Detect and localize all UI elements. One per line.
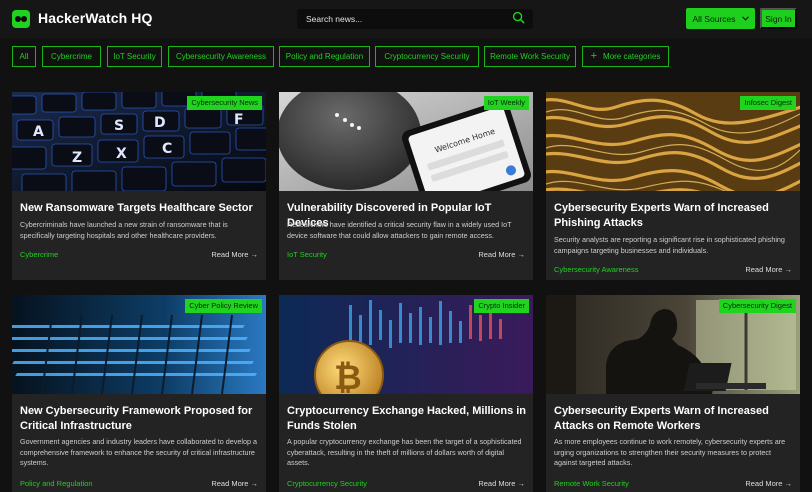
- article-title[interactable]: Cybersecurity Experts Warn of Increased …: [554, 404, 794, 433]
- article-summary: Security analysts are reporting a signif…: [554, 235, 785, 255]
- article-card[interactable]: Infosec Digest Cybersecurity Experts War…: [546, 92, 800, 280]
- chevron-down-icon: [741, 16, 749, 21]
- read-more-link[interactable]: Read More →: [211, 479, 258, 488]
- all-sources-dropdown[interactable]: All Sources: [686, 8, 755, 29]
- svg-text:S: S: [114, 118, 124, 134]
- search-icon[interactable]: [512, 11, 525, 24]
- article-summary: A popular cryptocurrency exchange has be…: [287, 437, 522, 467]
- more-categories-button[interactable]: + More categories: [582, 46, 669, 67]
- article-title[interactable]: New Cybersecurity Framework Proposed for…: [20, 404, 260, 433]
- svg-text:₿: ₿: [334, 358, 362, 394]
- article-card[interactable]: Cyber Policy Review New Cybersecurity Fr…: [12, 295, 266, 492]
- article-category-tag[interactable]: Cybersecurity Awareness: [554, 265, 638, 274]
- article-card[interactable]: ₿ Crypto Insider Cryptocurrency Exchange…: [279, 295, 533, 492]
- article-image[interactable]: Cybersecurity Digest: [546, 295, 800, 394]
- article-category-tag[interactable]: IoT Security: [287, 250, 327, 259]
- plus-icon: +: [590, 50, 598, 62]
- article-title[interactable]: Cryptocurrency Exchange Hacked, Millions…: [287, 404, 527, 433]
- read-more-link[interactable]: Read More →: [478, 479, 525, 488]
- top-navigation-bar: HackerWatch HQ All Sources Sign In: [0, 0, 812, 38]
- article-image[interactable]: ₿ Crypto Insider: [279, 295, 533, 394]
- svg-text:F: F: [234, 112, 244, 128]
- article-summary: Government agencies and industry leaders…: [20, 437, 257, 467]
- source-badge: Crypto Insider: [474, 299, 529, 313]
- category-cybercrime[interactable]: Cybercrime: [42, 46, 101, 67]
- category-remote-work-security[interactable]: Remote Work Security: [484, 46, 576, 67]
- all-sources-label: All Sources: [692, 13, 736, 24]
- article-summary: As more employees continue to work remot…: [554, 437, 786, 467]
- source-badge: IoT Weekly: [483, 96, 529, 110]
- article-summary: Cybercriminals have launched a new strai…: [20, 220, 228, 240]
- read-more-link[interactable]: Read More →: [211, 250, 258, 259]
- category-policy-and-regulation[interactable]: Policy and Regulation: [279, 46, 370, 67]
- source-badge: Cybersecurity Digest: [718, 299, 796, 313]
- article-card[interactable]: Welcome Home IoT Weekly Vulnerability Di…: [279, 92, 533, 280]
- article-category-tag[interactable]: Policy and Regulation: [20, 479, 93, 488]
- more-categories-label: More categories: [603, 52, 661, 61]
- search-input[interactable]: [297, 9, 533, 29]
- category-iot-security[interactable]: IoT Security: [107, 46, 162, 67]
- article-category-tag[interactable]: Cybercrime: [20, 250, 58, 259]
- article-summary: Researchers have identified a critical s…: [287, 220, 512, 240]
- read-more-link[interactable]: Read More →: [745, 265, 792, 274]
- category-all[interactable]: All: [12, 46, 36, 67]
- category-cryptocurrency-security[interactable]: Cryptocurrency Security: [375, 46, 479, 67]
- source-badge: Infosec Digest: [740, 96, 796, 110]
- article-card[interactable]: A S D F Z X C Cybersecurity News New Ransomwa…: [12, 92, 266, 280]
- read-more-link[interactable]: Read More →: [745, 479, 792, 488]
- article-title[interactable]: New Ransomware Targets Healthcare Sector: [20, 201, 260, 216]
- svg-text:A: A: [33, 124, 44, 140]
- article-image[interactable]: A S D F Z X C Cybersecurity News: [12, 92, 266, 191]
- svg-text:C: C: [162, 141, 172, 157]
- article-image[interactable]: Cyber Policy Review: [12, 295, 266, 394]
- source-badge: Cybersecurity News: [187, 96, 262, 110]
- svg-text:D: D: [154, 115, 166, 131]
- article-title[interactable]: Cybersecurity Experts Warn of Increased …: [554, 201, 794, 230]
- svg-text:Z: Z: [72, 150, 82, 166]
- article-image[interactable]: Welcome Home IoT Weekly: [279, 92, 533, 191]
- logo-icon: [12, 10, 30, 28]
- site-title[interactable]: HackerWatch HQ: [38, 10, 152, 26]
- article-card[interactable]: Cybersecurity Digest Cybersecurity Exper…: [546, 295, 800, 492]
- article-category-tag[interactable]: Cryptocurrency Security: [287, 479, 367, 488]
- sign-in-button[interactable]: Sign In: [760, 8, 797, 29]
- svg-text:X: X: [116, 146, 127, 162]
- read-more-link[interactable]: Read More →: [478, 250, 525, 259]
- category-cybersecurity-awareness[interactable]: Cybersecurity Awareness: [168, 46, 274, 67]
- source-badge: Cyber Policy Review: [185, 299, 262, 313]
- article-category-tag[interactable]: Remote Work Security: [554, 479, 629, 488]
- article-image[interactable]: Infosec Digest: [546, 92, 800, 191]
